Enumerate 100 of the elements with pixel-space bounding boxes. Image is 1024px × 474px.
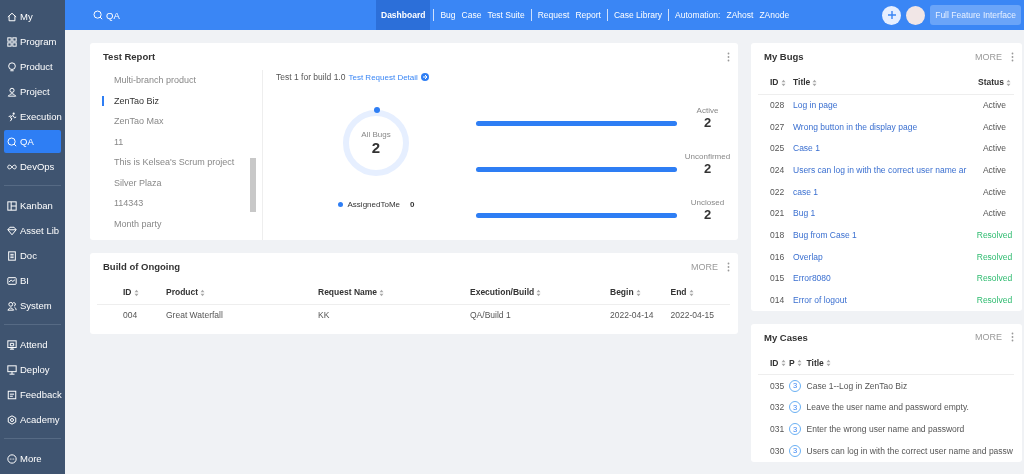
avatar[interactable] (906, 5, 926, 25)
column-header[interactable]: Title (805, 350, 1014, 375)
sidebar-item[interactable]: Project (4, 80, 61, 103)
nav-tab[interactable]: Request (534, 0, 573, 30)
column-header[interactable]: ID (758, 70, 792, 94)
bug-title-link[interactable]: Log in page (792, 94, 975, 116)
sidebar-item[interactable]: Program (4, 30, 61, 53)
table-cell: Great Waterfall (165, 304, 317, 326)
add-button[interactable] (882, 5, 902, 25)
more-link[interactable]: MORE (691, 261, 718, 272)
sidebar-item[interactable]: Academy (4, 408, 61, 431)
bug-title-link[interactable]: Bug 1 (792, 202, 975, 225)
sidebar-item[interactable]: More (4, 447, 61, 470)
bug-status: Resolved (975, 228, 1014, 242)
product-item[interactable]: This is Kelsea's Scrum project (90, 152, 250, 173)
column-header[interactable]: Begin (609, 280, 670, 304)
scrollbar-thumb[interactable] (250, 158, 256, 212)
sidebar-item[interactable]: Attend (4, 333, 61, 356)
bug-status: Active (981, 120, 1008, 134)
table-cell-text: 032 (769, 401, 786, 415)
more-options-icon[interactable] (1011, 332, 1014, 343)
table-cell-text: 015 (769, 272, 786, 286)
sort-icon[interactable] (536, 288, 542, 297)
donut-label: All Bugs (361, 130, 391, 139)
sidebar-item[interactable]: Doc (4, 244, 61, 267)
sidebar-item[interactable]: BI (4, 269, 61, 292)
nav-tab[interactable]: Case (458, 0, 485, 30)
bug-title-link[interactable]: Users can log in with the correct user name ar (792, 159, 975, 181)
bug-title-link[interactable]: Case 1 (792, 137, 975, 160)
bug-status: Resolved (975, 272, 1014, 286)
column-header[interactable]: Status (974, 70, 1014, 94)
product-item[interactable]: ZenTao Max (90, 111, 250, 132)
sort-icon[interactable] (780, 359, 786, 368)
bug-title-link[interactable]: Wrong button in the display page (792, 115, 975, 138)
table-cell: 2022-04-15 (669, 304, 730, 326)
product-item[interactable]: ZenTao Biz (90, 90, 250, 111)
nav-tab[interactable]: Report (572, 0, 604, 30)
sort-icon[interactable] (796, 359, 802, 368)
bug-title-link[interactable]: case 1 (792, 180, 975, 203)
bug-status: Active (981, 207, 1008, 221)
nav-tab[interactable]: ZAhost (723, 0, 757, 30)
sidebar-item[interactable]: Execution (4, 105, 61, 128)
sort-icon[interactable] (133, 288, 139, 297)
report-summary: Test 1 for build 1.0 (276, 72, 346, 82)
sort-icon[interactable] (688, 288, 694, 297)
column-header[interactable]: Execution/Build (469, 280, 609, 304)
product-item[interactable]: Multi-branch product (90, 70, 250, 91)
case-title: Case 1--Log in ZenTao Biz (805, 374, 1014, 397)
sort-icon[interactable] (635, 288, 641, 297)
clipboard-icon (7, 389, 17, 400)
sidebar-item[interactable]: Deploy (4, 358, 61, 381)
bug-title-link[interactable]: Error8080 (792, 267, 975, 290)
more-options-icon[interactable] (727, 261, 730, 272)
nav-tab[interactable]: Case Library (610, 0, 666, 30)
sort-icon[interactable] (1005, 78, 1011, 87)
sidebar-item[interactable]: QA (4, 130, 61, 153)
column-header[interactable]: Request Name (317, 280, 469, 304)
donut-count: 2 (371, 139, 381, 156)
sort-icon[interactable] (780, 78, 786, 87)
column-header[interactable]: Title (792, 70, 975, 94)
column-header[interactable]: P (788, 350, 806, 375)
sidebar-item[interactable]: DevOps (4, 155, 61, 178)
card-title: Test Report (103, 51, 156, 62)
table-cell: 028 (758, 94, 792, 116)
bug-status: Active (981, 163, 1008, 177)
arrow-circle-icon[interactable] (420, 73, 429, 81)
product-item[interactable]: Month party (90, 213, 250, 234)
sort-icon[interactable] (200, 288, 206, 297)
screen-icon (7, 339, 17, 350)
hexagon-icon (7, 414, 17, 425)
product-item[interactable]: Silver Plaza (90, 172, 250, 193)
sidebar-item[interactable]: System (4, 294, 61, 317)
column-header[interactable]: End (669, 280, 730, 304)
detail-link[interactable]: Test Request Detail (348, 72, 418, 82)
table-cell-text: 014 (769, 294, 786, 308)
sort-icon[interactable] (812, 78, 818, 87)
column-header[interactable]: Product (165, 280, 317, 304)
product-item[interactable]: 114343 (90, 193, 250, 214)
product-item[interactable]: 11 (90, 131, 250, 152)
bug-status: Active (974, 94, 1014, 116)
more-link[interactable]: MORE (975, 332, 1002, 343)
sort-icon[interactable] (825, 359, 831, 368)
column-header[interactable]: ID (758, 350, 788, 375)
sidebar-item[interactable]: My (4, 5, 61, 28)
nav-tab[interactable]: Test Suite (484, 0, 528, 30)
nav-tab[interactable]: Dashboard (376, 0, 431, 30)
more-options-icon[interactable] (1011, 51, 1014, 62)
sidebar-item[interactable]: Kanban (4, 194, 61, 217)
column-header[interactable]: ID (97, 280, 165, 304)
sidebar-item[interactable]: Product (4, 55, 61, 78)
bug-title-link[interactable]: Overlap (792, 245, 975, 268)
bug-title-link[interactable]: Error of logout (792, 289, 975, 311)
nav-tab[interactable]: Bug (437, 0, 459, 30)
nav-tab[interactable]: ZAnode (756, 0, 793, 30)
sidebar-item[interactable]: Feedback (4, 383, 61, 406)
more-link[interactable]: MORE (975, 51, 1002, 62)
sidebar-item[interactable]: Asset Lib (4, 219, 61, 242)
bug-title-link[interactable]: Bug from Case 1 (792, 224, 975, 246)
sort-icon[interactable] (379, 288, 385, 297)
more-options-icon[interactable] (727, 51, 730, 62)
